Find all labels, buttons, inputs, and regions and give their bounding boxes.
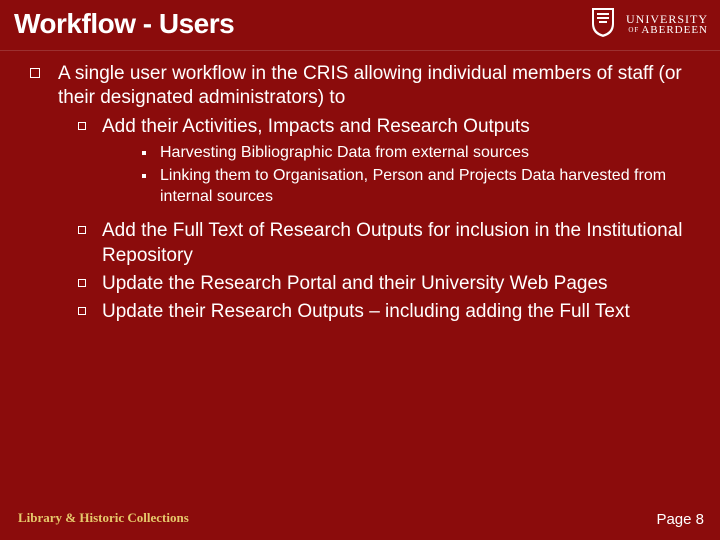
bullet-level2: Update the Research Portal and their Uni… — [72, 272, 692, 296]
page-number: Page 8 — [656, 511, 704, 528]
slide: Workflow - Users UNIVERSITY OFABERDEEN A… — [0, 0, 720, 540]
slide-title: Workflow - Users — [14, 8, 234, 40]
bullet-level2: Add their Activities, Impacts and Resear… — [72, 115, 692, 208]
bullet-text: Add their Activities, Impacts and Resear… — [102, 116, 530, 137]
bullet-level2: Add the Full Text of Research Outputs fo… — [72, 219, 692, 268]
bullet-level3: Harvesting Bibliographic Data from exter… — [136, 143, 692, 164]
footer-department: Library & Historic Collections — [18, 510, 189, 526]
bullet-text: Add the Full Text of Research Outputs fo… — [102, 220, 683, 265]
logo-text: UNIVERSITY OFABERDEEN — [626, 13, 708, 36]
bullet-level2: Update their Research Outputs – includin… — [72, 300, 692, 324]
bullet-level3: Linking them to Organisation, Person and… — [136, 166, 692, 208]
bullet-text: Update the Research Portal and their Uni… — [102, 273, 608, 294]
slide-body: A single user workflow in the CRIS allow… — [28, 62, 692, 331]
bullet-text: A single user workflow in the CRIS allow… — [58, 63, 682, 108]
title-divider — [0, 50, 720, 51]
bullet-text: Harvesting Bibliographic Data from exter… — [160, 144, 529, 161]
bullet-level1: A single user workflow in the CRIS allow… — [28, 62, 692, 325]
university-logo: UNIVERSITY OFABERDEEN — [590, 6, 708, 42]
shield-icon — [590, 6, 616, 42]
bullet-text: Linking them to Organisation, Person and… — [160, 167, 666, 205]
bullet-text: Update their Research Outputs – includin… — [102, 301, 630, 322]
